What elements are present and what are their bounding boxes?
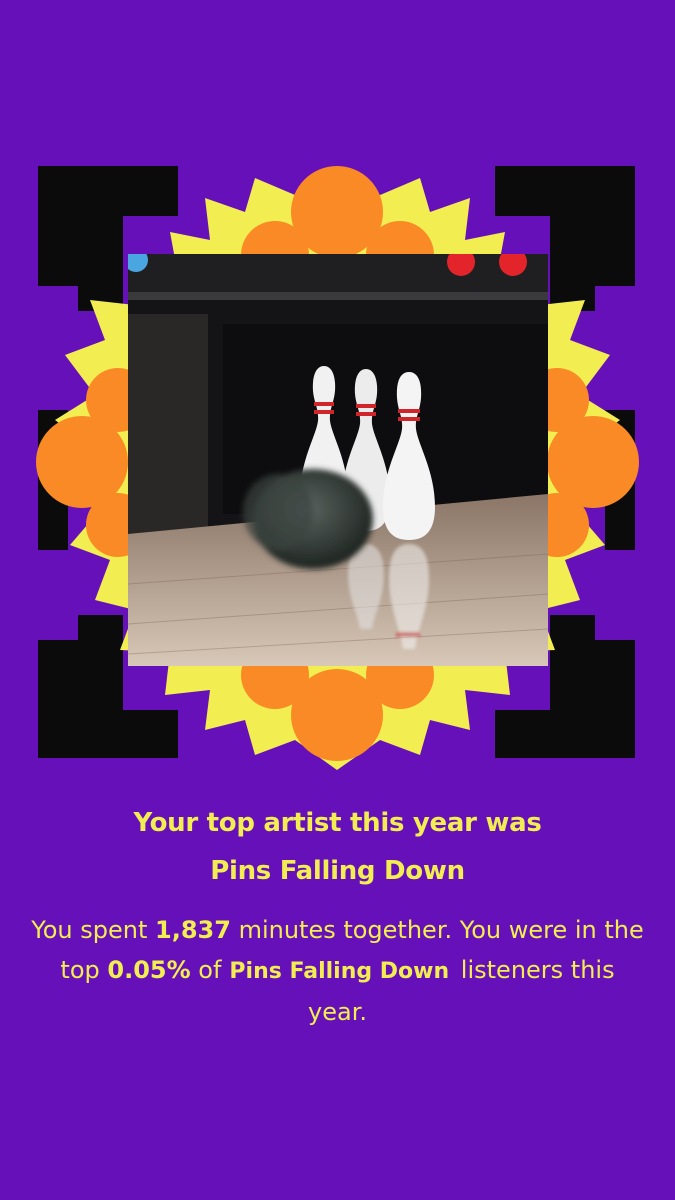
stats-prefix: You spent xyxy=(31,916,148,944)
stats-of: of xyxy=(198,956,222,984)
percentile-value: 0.05% xyxy=(107,956,191,984)
stats-paragraph: You spent 1,837 minutes together. You we… xyxy=(30,910,645,1032)
stats-artist: Pins Falling Down xyxy=(229,959,450,984)
artist-name: Pins Falling Down xyxy=(210,856,465,886)
headline: Your top artist this year was xyxy=(133,808,542,838)
bowling-photo xyxy=(128,254,548,666)
minutes-value: 1,837 xyxy=(155,916,231,944)
